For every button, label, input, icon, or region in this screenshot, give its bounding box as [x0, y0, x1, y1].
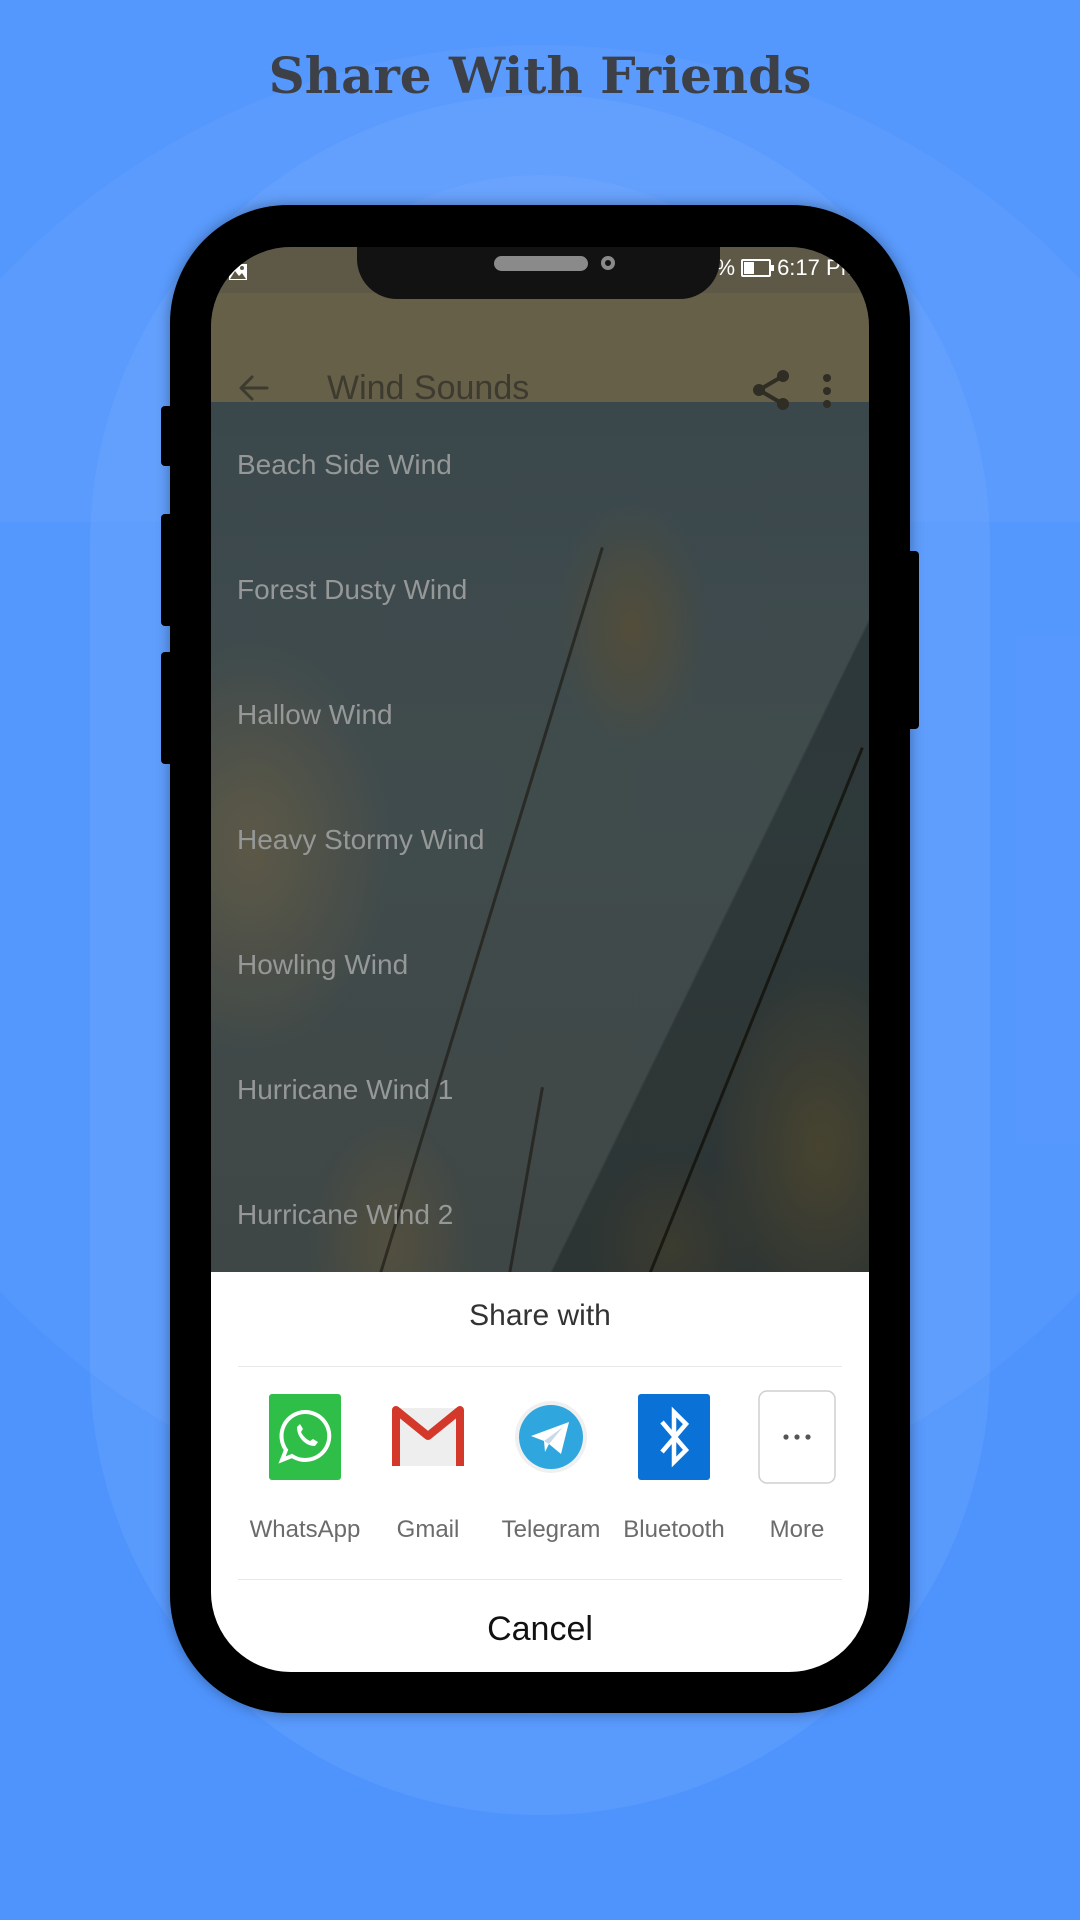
sound-item-label: Hurricane Wind 2	[237, 1198, 454, 1230]
promo-headline: Share With Friends	[268, 46, 812, 105]
share-app-telegram[interactable]: Telegram	[491, 1394, 611, 1543]
share-app-label: More	[769, 1516, 825, 1543]
battery-icon	[741, 259, 775, 277]
status-right: % 6:17 PM	[716, 255, 860, 281]
share-app-bluetooth[interactable]: Bluetooth	[614, 1394, 734, 1543]
sound-item-label: Heavy Stormy Wind	[237, 823, 485, 855]
gmail-icon	[392, 1406, 464, 1466]
divider	[238, 1579, 842, 1580]
status-time: 6:17 PM	[777, 255, 859, 280]
image-notification-icon	[229, 264, 247, 280]
sound-item-label: Hallow Wind	[237, 698, 393, 730]
share-app-more[interactable]: More	[737, 1390, 857, 1543]
phone-notch	[357, 247, 720, 299]
divider	[238, 1366, 842, 1367]
sound-list-item[interactable]: Hurricane Wind 2	[211, 1152, 869, 1277]
telegram-icon	[515, 1401, 587, 1473]
phone-frame: % 6:17 PM Wind Sounds Beach Side Wind Fo…	[170, 205, 910, 1713]
app-bar: Wind Sounds	[211, 293, 869, 410]
sound-list-item[interactable]: Heavy Stormy Wind	[211, 777, 869, 902]
more-horiz-icon	[758, 1390, 836, 1484]
sound-list-item[interactable]: Hallow Wind	[211, 652, 869, 777]
arrow-left-icon[interactable]	[237, 371, 271, 405]
sound-list-item[interactable]: Beach Side Wind	[211, 402, 869, 527]
sound-item-label: Hurricane Wind 1	[237, 1073, 454, 1105]
sound-item-label: Forest Dusty Wind	[237, 573, 468, 605]
sound-list-item[interactable]: Forest Dusty Wind	[211, 527, 869, 652]
cancel-button[interactable]: Cancel	[211, 1587, 869, 1672]
share-sheet: Share with WhatsApp Gmail Telegram Bluet…	[211, 1272, 869, 1672]
sound-list-item[interactable]: Howling Wind	[211, 902, 869, 1027]
sound-list-item[interactable]: Hurricane Wind 1	[211, 1027, 869, 1152]
share-app-gmail[interactable]: Gmail	[368, 1394, 488, 1543]
share-apps-row: WhatsApp Gmail Telegram Bluetooth More	[211, 1390, 869, 1564]
share-sheet-title: Share with	[469, 1299, 611, 1332]
sound-item-label: Howling Wind	[237, 948, 409, 980]
phone-camera	[601, 256, 615, 270]
phone-screen: % 6:17 PM Wind Sounds Beach Side Wind Fo…	[211, 247, 869, 1672]
phone-speaker	[494, 256, 588, 271]
whatsapp-icon	[269, 1394, 341, 1480]
share-app-whatsapp[interactable]: WhatsApp	[245, 1394, 365, 1543]
bluetooth-icon	[638, 1394, 710, 1480]
sound-item-label: Beach Side Wind	[237, 448, 452, 480]
